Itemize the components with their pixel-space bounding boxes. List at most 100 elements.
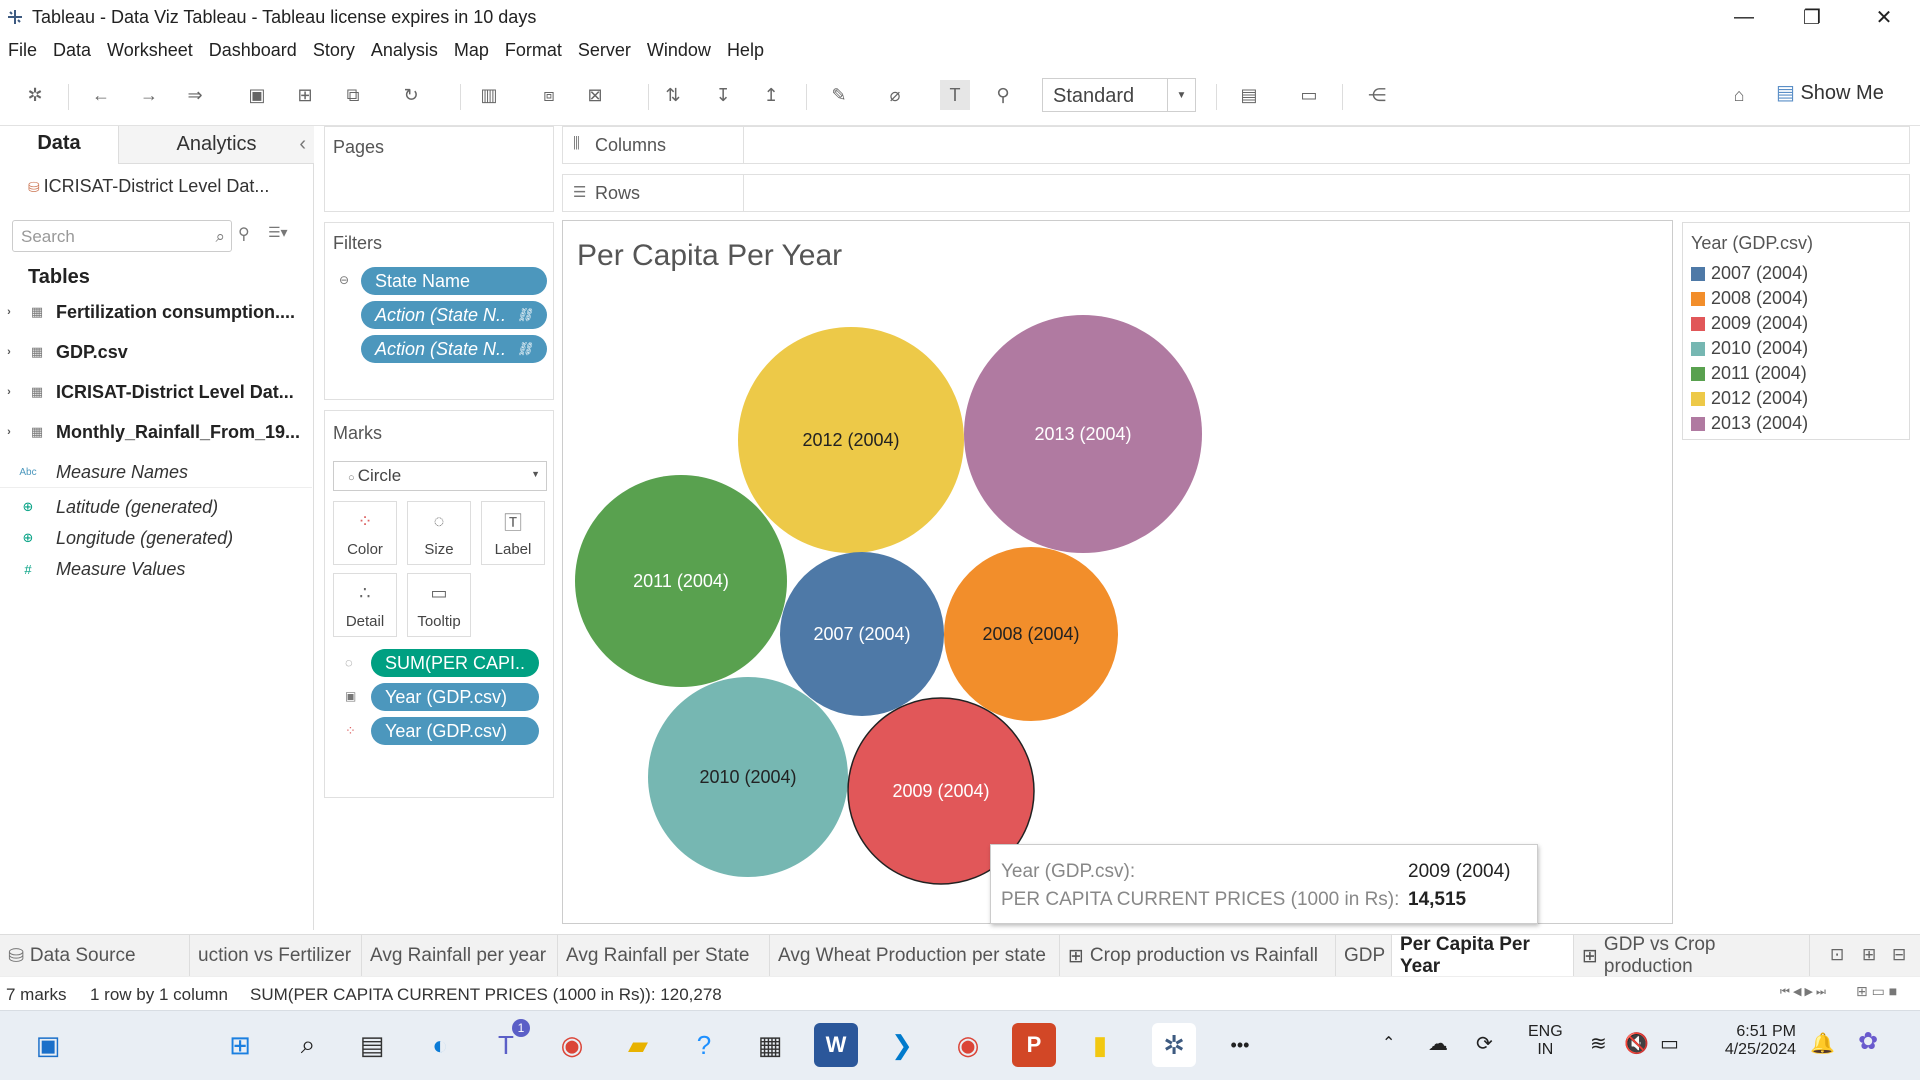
language-indicator[interactable]: ENG IN [1528,1023,1563,1059]
legend-item[interactable]: 2009 (2004) [1691,311,1808,336]
menu-worksheet[interactable]: Worksheet [99,40,201,61]
format-painter-icon[interactable]: ⌂ [1724,80,1754,110]
store-icon[interactable]: ▦ [748,1023,792,1067]
color-pill[interactable]: Year (GDP.csv) [371,717,539,745]
label-button[interactable]: 🅃 Label [481,501,545,565]
clear-sheet-icon[interactable]: ⊠ [580,80,610,110]
task-view-icon[interactable]: ▤ [350,1023,394,1067]
tab-sheet[interactable]: Avg Rainfall per State [558,935,770,977]
menu-map[interactable]: Map [446,40,497,61]
legend-item[interactable]: 2008 (2004) [1691,286,1808,311]
sheet-nav-icon[interactable]: ⏮ ◀ ▶ ⏭ [1780,985,1826,999]
tab-sheet[interactable]: Avg Rainfall per year [362,935,558,977]
filter-pill-action[interactable]: Action (State N.. ⛓ [361,335,547,363]
view-options-icon[interactable]: ☰▾ [268,224,288,241]
show-cards-icon[interactable]: ▤ [1234,80,1264,110]
refresh-icon[interactable]: ↻ [396,80,426,110]
tab-data[interactable]: Data [0,126,118,164]
tab-dashboard[interactable]: ⊞ GDP vs Crop production [1574,934,1810,977]
more-apps-icon[interactable]: ••• [1218,1023,1262,1067]
menu-analysis[interactable]: Analysis [363,40,446,61]
share-icon[interactable]: ⋲ [1362,80,1392,110]
edge-icon[interactable]: ◐ [418,1023,462,1067]
legend-item[interactable]: 2010 (2004) [1691,336,1808,361]
table-item[interactable]: › ▦ GDP.csv [0,336,312,368]
word-icon[interactable]: W [814,1023,858,1067]
menu-format[interactable]: Format [497,40,570,61]
help-app-icon[interactable]: ? [682,1023,726,1067]
viz-view[interactable]: Per Capita Per Year 2012 (2004) 2013 (200… [562,220,1673,924]
field-item[interactable]: ⊕ Longitude (generated) [0,523,312,553]
vscode-icon[interactable]: ❯ [880,1023,924,1067]
close-button[interactable]: ✕ [1856,0,1912,34]
fix-axes-icon[interactable]: ⚲ [988,80,1018,110]
minimize-button[interactable]: — [1716,0,1772,34]
tab-data-source[interactable]: ⛁ Data Source [0,935,190,977]
tab-sheet[interactable]: uction vs Fertilizer [190,935,362,977]
filter-pill-action[interactable]: Action (State N.. ⛓ [361,301,547,329]
menu-story[interactable]: Story [305,40,363,61]
menu-server[interactable]: Server [570,40,639,61]
table-item[interactable]: › ▦ Monthly_Rainfall_From_19... [0,416,312,448]
search-input[interactable]: Search ⌕ [12,220,232,252]
copilot-icon[interactable]: ✿ [1858,1027,1878,1056]
sort-ascending-icon[interactable]: ↧ [708,80,738,110]
teams-icon[interactable]: T1 [484,1019,530,1067]
size-button[interactable]: ◌ Size [407,501,471,565]
tab-sheet[interactable]: GDP [1336,935,1392,977]
replay-icon[interactable]: ⇒ [180,80,210,110]
new-worksheet-icon[interactable]: ⊡ [1830,945,1844,965]
sync-icon[interactable]: ⟳ [1476,1031,1493,1056]
table-item[interactable]: › ▦ ICRISAT-District Level Dat... [0,376,312,408]
show-me-button[interactable]: ▤ Show Me [1776,80,1884,105]
sheet-sorter-icon[interactable]: ⊞ ▭ ■ [1856,983,1897,1000]
powerpoint-icon[interactable]: P [1012,1023,1056,1067]
new-story-icon[interactable]: ⊟ [1892,945,1906,965]
legend-item[interactable]: 2011 (2004) [1691,361,1807,386]
collapse-pane-icon[interactable]: ‹ [299,133,306,156]
sort-descending-icon[interactable]: ↥ [756,80,786,110]
group-icon[interactable]: ⌀ [880,80,910,110]
columns-shelf[interactable]: ⫼ Columns [562,126,1910,164]
powerbi-icon[interactable]: ▮ [1078,1023,1122,1067]
legend-item[interactable]: 2012 (2004) [1691,386,1808,411]
redo-icon[interactable]: → [134,80,164,110]
new-dashboard-icon[interactable]: ⊞ [1862,945,1876,965]
onedrive-icon[interactable]: ☁ [1428,1031,1448,1056]
tab-sheet[interactable]: Avg Wheat Production per state [770,935,1060,977]
show-labels-icon[interactable]: T [940,80,970,110]
color-button[interactable]: ⁘ Color [333,501,397,565]
legend-item[interactable]: 2013 (2004) [1691,411,1808,436]
file-explorer-icon[interactable]: ▰ [616,1023,660,1067]
highlight-icon[interactable]: ✎ [824,80,854,110]
undo-icon[interactable]: ← [86,80,116,110]
pages-card[interactable]: Pages [324,126,554,212]
widgets-icon[interactable]: ▣ [26,1023,70,1067]
battery-icon[interactable]: ▭ [1660,1031,1679,1056]
rows-shelf[interactable]: ☰ Rows [562,174,1910,212]
mark-type-select[interactable]: ○ Circle ▼ [333,461,547,491]
tab-analytics[interactable]: Analytics ‹ [118,126,314,164]
duplicate-sheet-icon[interactable]: ⧈ [534,80,564,110]
save-icon[interactable]: ▣ [242,80,272,110]
tableau-home-icon[interactable]: ✲ [20,80,50,110]
notifications-icon[interactable]: 🔔 [1810,1031,1835,1056]
menu-dashboard[interactable]: Dashboard [201,40,305,61]
menu-data[interactable]: Data [45,40,99,61]
filter-pill-state-name[interactable]: State Name [361,267,547,295]
pause-updates-icon[interactable]: ⧉ [338,80,368,110]
detail-button[interactable]: ∴ Detail [333,573,397,637]
new-worksheet-icon[interactable]: ▥ [474,80,504,110]
size-pill[interactable]: SUM(PER CAPI.. [371,649,539,677]
tab-dashboard[interactable]: ⊞ Crop production vs Rainfall [1060,935,1336,977]
field-item[interactable]: # Measure Values [0,554,312,584]
wifi-icon[interactable]: ≋ [1590,1031,1607,1056]
datasource-name[interactable]: ⛁ ICRISAT-District Level Dat... [28,176,269,197]
clock[interactable]: 6:51 PM 4/25/2024 [1724,1023,1796,1059]
maximize-button[interactable]: ❐ [1784,0,1840,34]
field-item[interactable]: ⊕ Latitude (generated) [0,492,312,522]
table-item[interactable]: › ▦ Fertilization consumption.... [0,296,312,328]
chrome-profile-icon[interactable]: ◉ [946,1023,990,1067]
tab-sheet-active[interactable]: Per Capita Per Year [1392,934,1574,977]
start-icon[interactable]: ⊞ [218,1023,262,1067]
